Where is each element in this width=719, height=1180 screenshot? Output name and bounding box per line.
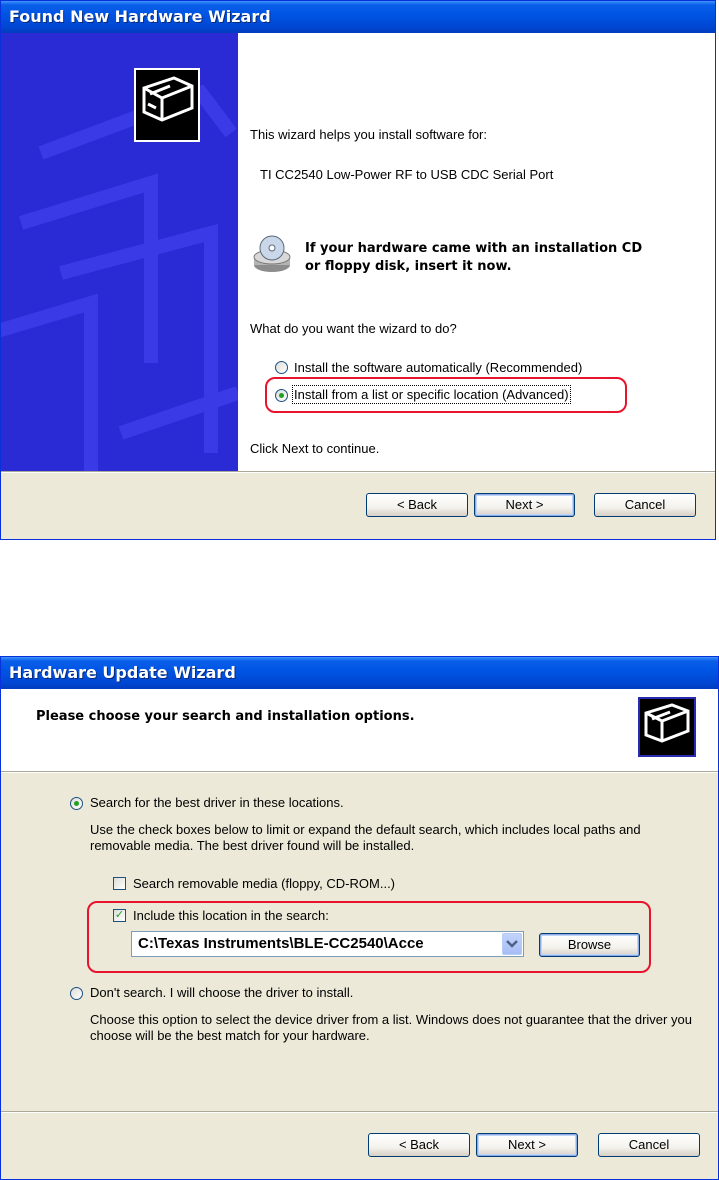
intro-text: This wizard helps you install software f… — [250, 127, 487, 142]
radio-install-auto-label[interactable]: Install the software automatically (Reco… — [294, 360, 582, 375]
checkbox-include-location-label[interactable]: Include this location in the search: — [133, 908, 329, 923]
footer-separator-2 — [1, 1111, 718, 1113]
cd-prompt-line2: or floppy disk, insert it now. — [305, 259, 512, 274]
search-description: Use the check boxes below to limit or ex… — [90, 822, 641, 853]
chevron-down-icon[interactable] — [502, 933, 522, 955]
next-button[interactable]: Next > — [474, 493, 575, 517]
back-button[interactable]: < Back — [366, 493, 468, 517]
checkbox-removable-media-box[interactable] — [113, 877, 126, 890]
hardware-wizard-icon-small — [638, 697, 696, 757]
footer-separator — [1, 471, 715, 473]
radio-install-auto-circle[interactable] — [275, 361, 288, 374]
sidebar-decoration — [1, 84, 238, 471]
radio-install-advanced-circle[interactable] — [275, 389, 288, 402]
location-input[interactable]: C:\Texas Instruments\BLE-CC2540\Acce — [138, 935, 502, 952]
header-heading: Please choose your search and installati… — [36, 709, 415, 724]
header-band — [1, 689, 718, 771]
browse-button[interactable]: Browse — [539, 933, 640, 957]
question-text: What do you want the wizard to do? — [250, 321, 457, 336]
checkbox-include-location-box[interactable]: ✓ — [113, 909, 126, 922]
radio-install-advanced-label[interactable]: Install from a list or specific location… — [292, 385, 571, 404]
continue-text: Click Next to continue. — [250, 441, 380, 456]
back-button-2[interactable]: < Back — [368, 1133, 470, 1157]
radio-dont-search-label[interactable]: Don't search. I will choose the driver t… — [90, 985, 353, 1000]
window-title: Found New Hardware Wizard — [1, 1, 715, 33]
hardware-update-wizard-dialog: Hardware Update Wizard Please choose you… — [0, 656, 719, 1180]
dont-search-description: Choose this option to select the device … — [90, 1012, 692, 1043]
radio-search-label[interactable]: Search for the best driver in these loca… — [90, 795, 344, 810]
cancel-button-2[interactable]: Cancel — [598, 1133, 700, 1157]
device-name: TI CC2540 Low-Power RF to USB CDC Serial… — [260, 167, 554, 182]
cd-prompt-line1: If your hardware came with an installati… — [305, 241, 643, 256]
radio-search-label-text: Search for the best driver in these loca… — [90, 795, 344, 810]
hardware-wizard-icon — [134, 68, 200, 142]
radio-dont-search-circle[interactable] — [70, 987, 83, 1000]
cancel-button[interactable]: Cancel — [594, 493, 696, 517]
location-combobox[interactable]: C:\Texas Instruments\BLE-CC2540\Acce — [131, 931, 524, 957]
checkbox-removable-media-label[interactable]: Search removable media (floppy, CD-ROM..… — [133, 876, 395, 891]
next-button-2[interactable]: Next > — [476, 1133, 578, 1157]
cd-icon — [252, 235, 296, 275]
window-title-2: Hardware Update Wizard — [1, 657, 718, 689]
header-separator — [1, 771, 718, 773]
wizard-sidebar-panel — [1, 33, 238, 471]
radio-search-circle[interactable] — [70, 797, 83, 810]
found-new-hardware-wizard-dialog: Found New Hardware Wizard This wizard he… — [0, 0, 716, 540]
